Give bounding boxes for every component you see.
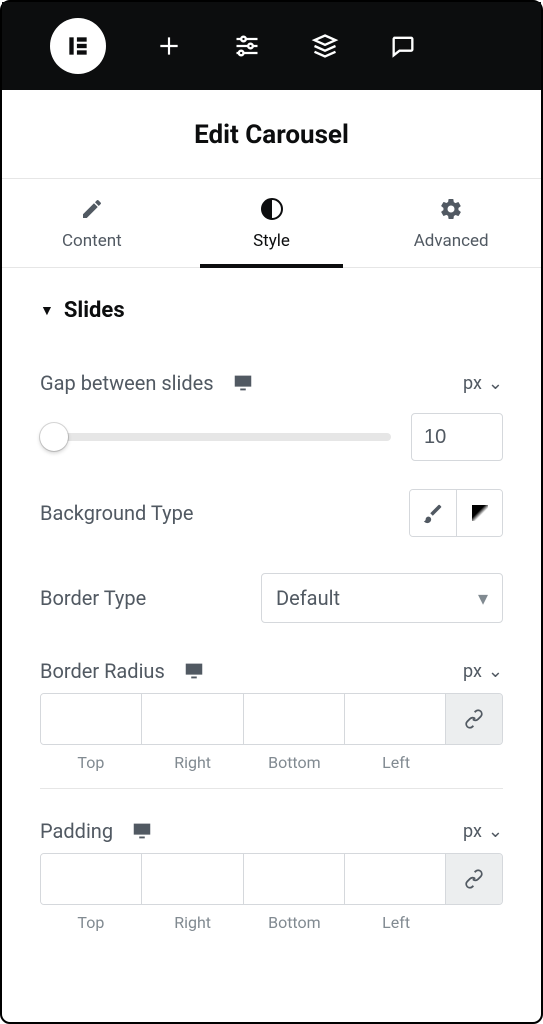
select-value: Default (276, 586, 340, 610)
slider-thumb[interactable] (40, 423, 68, 451)
gap-value-input[interactable] (411, 413, 503, 461)
half-circle-icon (260, 197, 284, 221)
slider-track (40, 433, 391, 441)
chevron-down-icon: ⌄ (488, 821, 503, 842)
border-type-label: Border Type (40, 586, 146, 610)
chat-icon[interactable] (388, 31, 418, 61)
desktop-icon[interactable] (232, 372, 254, 394)
gap-unit-select[interactable]: px ⌄ (463, 373, 503, 394)
padding-label: Padding (40, 819, 113, 843)
bg-type-row: Background Type (40, 471, 503, 555)
top-bar (2, 2, 541, 90)
padding-bottom[interactable] (244, 854, 344, 904)
unit-label: px (463, 821, 482, 842)
bg-type-label: Background Type (40, 501, 193, 525)
side-label: Right (142, 753, 244, 772)
bg-classic-button[interactable] (410, 490, 456, 536)
padding-left[interactable] (345, 854, 445, 904)
desktop-icon[interactable] (183, 660, 205, 682)
side-label: Left (345, 913, 447, 932)
side-label: Left (345, 753, 447, 772)
separator (40, 788, 503, 789)
border-radius-row: Border Radius px ⌄ (40, 641, 503, 689)
side-label: Top (40, 913, 142, 932)
side-label: Top (40, 753, 142, 772)
chevron-down-icon: ▾ (478, 586, 488, 610)
tab-advanced[interactable]: Advanced (361, 179, 541, 267)
link-icon (463, 868, 485, 890)
gap-row: Gap between slides px ⌄ (40, 353, 503, 413)
add-icon[interactable] (154, 31, 184, 61)
bg-type-group (409, 489, 503, 537)
side-label: Right (142, 913, 244, 932)
border-radius-inputs (40, 693, 503, 745)
border-type-select[interactable]: Default ▾ (261, 573, 503, 623)
chevron-down-icon: ⌄ (488, 661, 503, 682)
elementor-logo[interactable] (50, 18, 106, 74)
border-radius-right[interactable] (142, 694, 242, 744)
padding-link-button[interactable] (446, 854, 502, 904)
link-icon (463, 708, 485, 730)
panel-body: ▼ Slides Gap between slides px ⌄ Backgro… (2, 268, 541, 978)
chevron-down-icon: ⌄ (488, 373, 503, 394)
tabs: Content Style Advanced (2, 178, 541, 268)
tab-style[interactable]: Style (182, 179, 362, 267)
tab-label: Content (62, 231, 122, 251)
bg-gradient-button[interactable] (456, 490, 502, 536)
border-radius-left[interactable] (345, 694, 445, 744)
border-type-row: Border Type Default ▾ (40, 555, 503, 641)
padding-unit-select[interactable]: px ⌄ (463, 821, 503, 842)
gap-slider[interactable] (40, 422, 391, 452)
gap-slider-row (40, 413, 503, 461)
panel-title: Edit Carousel (2, 90, 541, 178)
border-radius-bottom[interactable] (244, 694, 344, 744)
side-label: Bottom (244, 913, 346, 932)
border-radius-label: Border Radius (40, 659, 165, 683)
tab-label: Style (253, 231, 290, 251)
gradient-icon (472, 505, 488, 521)
border-radius-unit-select[interactable]: px ⌄ (463, 661, 503, 682)
structure-icon[interactable] (310, 31, 340, 61)
padding-right[interactable] (142, 854, 242, 904)
side-label: Bottom (244, 753, 346, 772)
padding-inputs (40, 853, 503, 905)
tab-content[interactable]: Content (2, 179, 182, 267)
padding-top[interactable] (41, 854, 141, 904)
section-slides-header[interactable]: ▼ Slides (40, 298, 503, 323)
unit-label: px (463, 661, 482, 682)
tab-label: Advanced (414, 231, 489, 251)
gear-icon (439, 197, 463, 221)
padding-side-labels: Top Right Bottom Left (40, 913, 503, 932)
border-radius-side-labels: Top Right Bottom Left (40, 753, 503, 772)
section-title: Slides (64, 298, 125, 323)
settings-sliders-icon[interactable] (232, 31, 262, 61)
padding-row: Padding px ⌄ (40, 801, 503, 849)
border-radius-link-button[interactable] (446, 694, 502, 744)
border-radius-top[interactable] (41, 694, 141, 744)
unit-label: px (463, 373, 482, 394)
pencil-icon (80, 197, 104, 221)
desktop-icon[interactable] (131, 820, 153, 842)
gap-label: Gap between slides (40, 371, 214, 395)
brush-icon (422, 502, 444, 524)
caret-down-icon: ▼ (40, 302, 54, 319)
